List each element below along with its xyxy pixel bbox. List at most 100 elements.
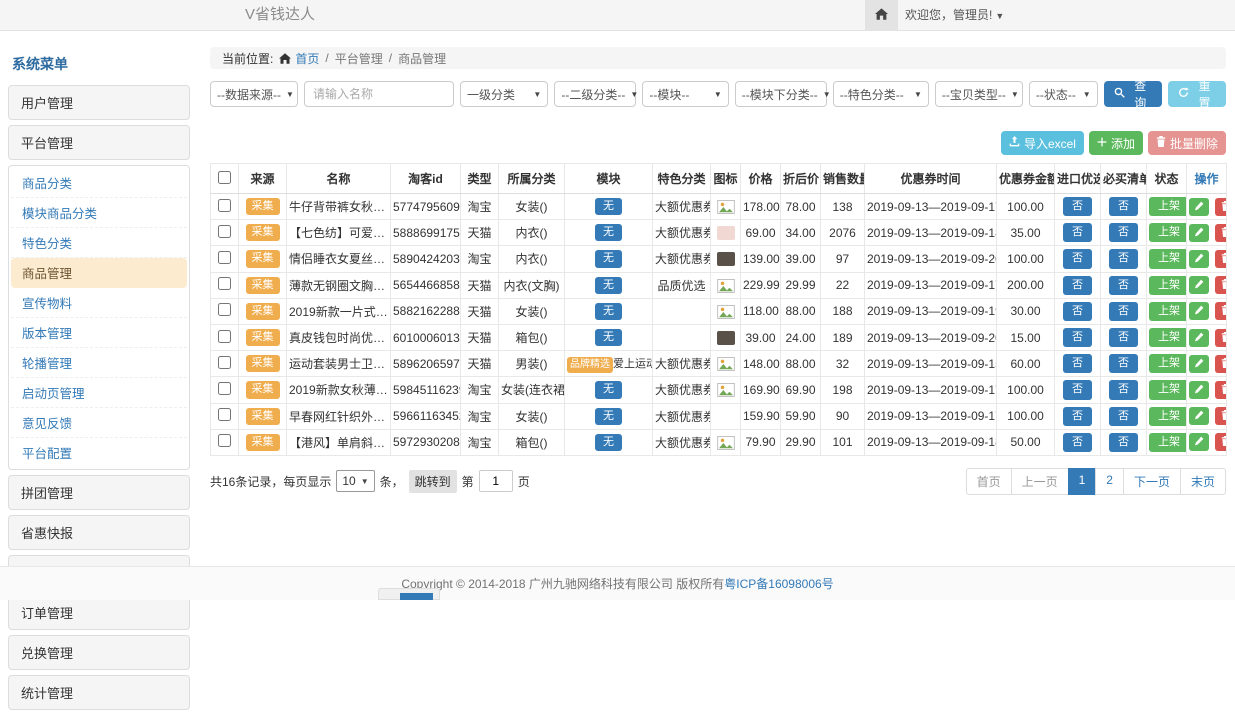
jump-page-input[interactable] [479, 470, 513, 492]
row-checkbox[interactable] [218, 251, 231, 264]
filter-status-select[interactable]: --状态--▼ [1029, 81, 1098, 107]
sidebar-item-splash-page[interactable]: 启动页管理 [11, 378, 187, 408]
pager-last[interactable]: 末页 [1180, 468, 1226, 495]
filter-featured-category-select[interactable]: --特色分类--▼ [833, 81, 929, 107]
edit-button[interactable] [1189, 355, 1209, 373]
user-menu[interactable]: 欢迎您，管理员!▼ [905, 0, 1004, 31]
edit-button[interactable] [1189, 276, 1209, 294]
delete-button[interactable] [1215, 433, 1226, 451]
import-select-toggle[interactable]: 否 [1063, 433, 1092, 452]
must-buy-toggle[interactable]: 否 [1109, 380, 1138, 399]
row-checkbox[interactable] [218, 382, 231, 395]
delete-button[interactable] [1215, 355, 1226, 373]
status-toggle[interactable]: 上架 [1149, 276, 1187, 295]
breadcrumb-home-link[interactable]: 首页 [295, 50, 319, 67]
sidebar-group-saving-news[interactable]: 省惠快报 [8, 515, 190, 550]
filter-level1-category-select[interactable]: 一级分类▼ [460, 81, 548, 107]
import-select-toggle[interactable]: 否 [1063, 197, 1092, 216]
sidebar-item-product-category[interactable]: 商品分类 [11, 168, 187, 198]
edit-button[interactable] [1189, 433, 1209, 451]
sidebar-item-carousel-management[interactable]: 轮播管理 [11, 348, 187, 378]
import-select-toggle[interactable]: 否 [1063, 407, 1092, 426]
delete-button[interactable] [1215, 198, 1226, 216]
delete-button[interactable] [1215, 276, 1226, 294]
filter-module-subcategory-select[interactable]: --模块下分类--▼ [735, 81, 827, 107]
status-toggle[interactable]: 上架 [1149, 223, 1187, 242]
pager-prev[interactable]: 上一页 [1011, 468, 1069, 495]
sidebar-item-product-management[interactable]: 商品管理 [11, 258, 187, 288]
jump-button[interactable]: 跳转到 [409, 470, 457, 493]
import-select-toggle[interactable]: 否 [1063, 223, 1092, 242]
filter-item-type-select[interactable]: --宝贝类型--▼ [935, 81, 1023, 107]
sidebar-item-promo-materials[interactable]: 宣传物料 [11, 288, 187, 318]
sidebar-item-featured-category[interactable]: 特色分类 [11, 228, 187, 258]
sidebar-group-group-buy[interactable]: 拼团管理 [8, 475, 190, 510]
edit-button[interactable] [1189, 302, 1209, 320]
import-select-toggle[interactable]: 否 [1063, 249, 1092, 268]
status-toggle[interactable]: 上架 [1149, 249, 1187, 268]
must-buy-toggle[interactable]: 否 [1109, 433, 1138, 452]
pager-page-1[interactable]: 1 [1068, 468, 1097, 495]
sidebar-group-exchange[interactable]: 兑换管理 [8, 635, 190, 670]
filter-level2-category-select[interactable]: --二级分类--▼ [554, 81, 636, 107]
batch-delete-button[interactable]: 批量删除 [1148, 131, 1226, 155]
sidebar-group-orders[interactable]: 订单管理 [8, 595, 190, 630]
row-checkbox[interactable] [218, 434, 231, 447]
sidebar-item-platform-config[interactable]: 平台配置 [11, 438, 187, 467]
delete-button[interactable] [1215, 407, 1226, 425]
delete-button[interactable] [1215, 250, 1226, 268]
status-toggle[interactable]: 上架 [1149, 380, 1187, 399]
row-checkbox[interactable] [218, 199, 231, 212]
filter-data-source-select[interactable]: --数据来源--▼ [210, 81, 298, 107]
add-button[interactable]: 添加 [1089, 131, 1143, 155]
filter-name-input[interactable] [304, 81, 454, 107]
edit-button[interactable] [1189, 250, 1209, 268]
delete-button[interactable] [1215, 329, 1226, 347]
must-buy-toggle[interactable]: 否 [1109, 302, 1138, 321]
status-toggle[interactable]: 上架 [1149, 328, 1187, 347]
home-nav-button[interactable] [865, 0, 898, 30]
edit-button[interactable] [1189, 381, 1209, 399]
row-checkbox[interactable] [218, 408, 231, 421]
sidebar-group-platform-management[interactable]: 平台管理 [8, 125, 190, 160]
sidebar-item-version-management[interactable]: 版本管理 [11, 318, 187, 348]
status-toggle[interactable]: 上架 [1149, 302, 1187, 321]
sidebar-group-user-management[interactable]: 用户管理 [8, 85, 190, 120]
must-buy-toggle[interactable]: 否 [1109, 407, 1138, 426]
search-button[interactable]: 查询 [1104, 81, 1162, 107]
row-checkbox[interactable] [218, 330, 231, 343]
must-buy-toggle[interactable]: 否 [1109, 328, 1138, 347]
import-select-toggle[interactable]: 否 [1063, 276, 1092, 295]
status-toggle[interactable]: 上架 [1149, 433, 1187, 452]
edit-button[interactable] [1189, 407, 1209, 425]
row-checkbox[interactable] [218, 303, 231, 316]
must-buy-toggle[interactable]: 否 [1109, 249, 1138, 268]
sidebar-item-module-product-category[interactable]: 模块商品分类 [11, 198, 187, 228]
import-excel-button[interactable]: 导入excel [1001, 131, 1084, 155]
sidebar-group-statistics[interactable]: 统计管理 [8, 675, 190, 710]
import-select-toggle[interactable]: 否 [1063, 380, 1092, 399]
pager-first[interactable]: 首页 [966, 468, 1012, 495]
sidebar-item-feedback[interactable]: 意见反馈 [11, 408, 187, 438]
reset-button[interactable]: 重置 [1168, 81, 1226, 107]
edit-button[interactable] [1189, 198, 1209, 216]
status-toggle[interactable]: 上架 [1149, 407, 1187, 426]
delete-button[interactable] [1215, 224, 1226, 242]
row-checkbox[interactable] [218, 277, 231, 290]
must-buy-toggle[interactable]: 否 [1109, 354, 1138, 373]
edit-button[interactable] [1189, 224, 1209, 242]
status-toggle[interactable]: 上架 [1149, 197, 1187, 216]
per-page-select[interactable]: 10▼ [336, 470, 374, 492]
import-select-toggle[interactable]: 否 [1063, 354, 1092, 373]
pager-page-2[interactable]: 2 [1095, 468, 1124, 495]
row-checkbox[interactable] [218, 225, 231, 238]
must-buy-toggle[interactable]: 否 [1109, 197, 1138, 216]
pager-next[interactable]: 下一页 [1123, 468, 1181, 495]
must-buy-toggle[interactable]: 否 [1109, 223, 1138, 242]
status-toggle[interactable]: 上架 [1149, 354, 1187, 373]
delete-button[interactable] [1215, 381, 1226, 399]
select-all-checkbox[interactable] [218, 171, 231, 184]
import-select-toggle[interactable]: 否 [1063, 328, 1092, 347]
must-buy-toggle[interactable]: 否 [1109, 276, 1138, 295]
delete-button[interactable] [1215, 302, 1226, 320]
